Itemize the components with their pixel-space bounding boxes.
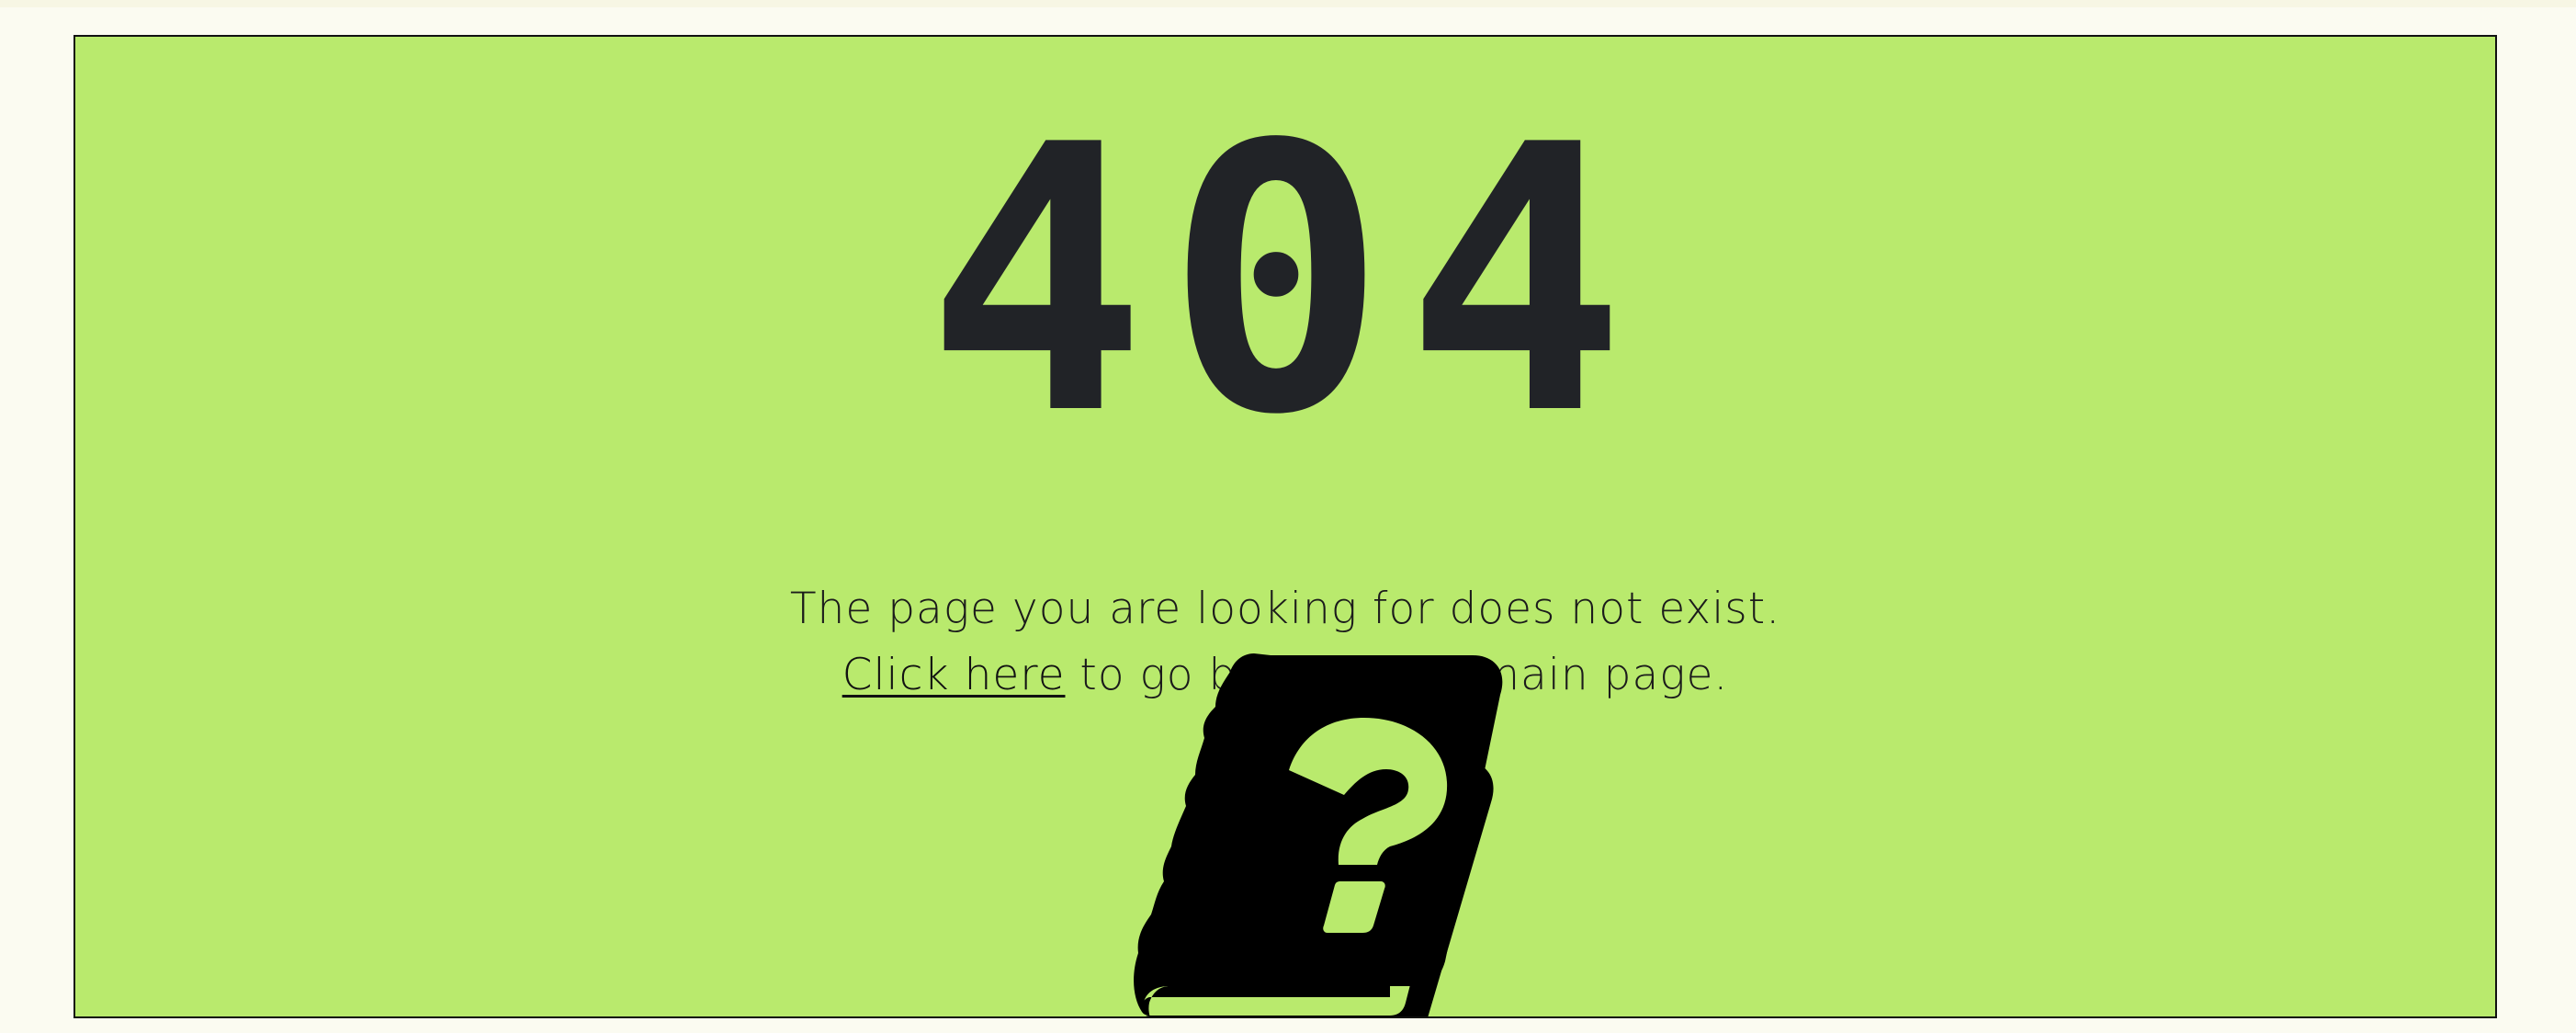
question-book-icon [1134, 653, 1503, 1016]
main-page-link[interactable]: Click here [842, 650, 1066, 700]
top-strip [0, 0, 2576, 7]
error-panel: 404 The page you are looking for does no… [73, 35, 2497, 1018]
error-code: 404 [925, 68, 1645, 495]
message-line-1: The page you are looking for does not ex… [789, 584, 1781, 634]
